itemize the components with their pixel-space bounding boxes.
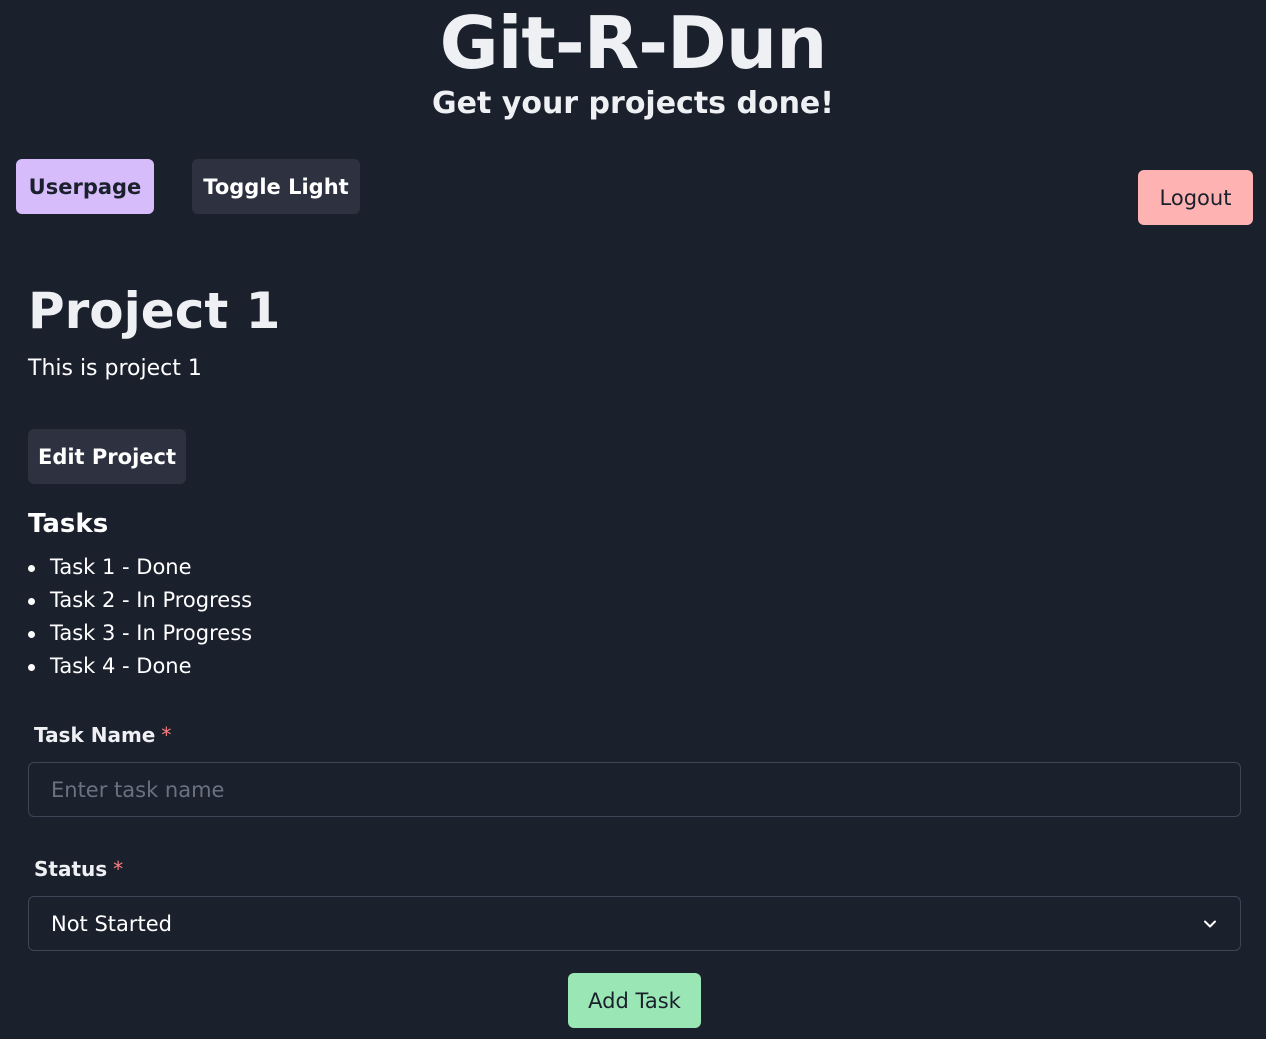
project-description: This is project 1: [28, 356, 202, 381]
status-select[interactable]: Not Started: [28, 896, 1241, 951]
task-label: Task 1 - Done: [50, 555, 192, 579]
task-name-input[interactable]: [28, 762, 1241, 817]
task-label: Task 3 - In Progress: [50, 621, 253, 645]
status-label: Status *: [34, 855, 123, 883]
project-title: Project 1: [28, 282, 281, 340]
site-subtitle: Get your projects done!: [432, 86, 834, 121]
tasks-heading: Tasks: [28, 509, 109, 539]
edit-project-button[interactable]: Edit Project: [28, 429, 186, 484]
bullet-icon: [28, 598, 35, 605]
logout-button[interactable]: Logout: [1138, 170, 1253, 225]
toggle-light-button[interactable]: Toggle Light: [192, 159, 360, 214]
status-label-text: Status: [34, 857, 108, 881]
bullet-icon: [28, 565, 35, 572]
required-marker: *: [161, 723, 172, 747]
add-task-button[interactable]: Add Task: [568, 973, 701, 1028]
status-selected-value: Not Started: [51, 911, 173, 936]
required-marker: *: [113, 857, 124, 881]
userpage-button[interactable]: Userpage: [16, 159, 154, 214]
site-title: Git-R-Dun: [439, 1, 828, 85]
task-list: Task 1 - Done Task 2 - In Progress Task …: [28, 551, 252, 683]
list-item: Task 1 - Done: [28, 551, 252, 584]
bullet-icon: [28, 631, 35, 638]
task-name-label-text: Task Name: [34, 723, 156, 747]
list-item: Task 3 - In Progress: [28, 617, 252, 650]
chevron-down-icon: [1204, 920, 1216, 927]
list-item: Task 2 - In Progress: [28, 584, 252, 617]
task-name-label: Task Name *: [34, 721, 171, 749]
task-label: Task 4 - Done: [50, 654, 192, 678]
task-label: Task 2 - In Progress: [50, 588, 253, 612]
bullet-icon: [28, 664, 35, 671]
page: Git-R-Dun Get your projects done! Userpa…: [0, 0, 1266, 1039]
list-item: Task 4 - Done: [28, 650, 252, 683]
